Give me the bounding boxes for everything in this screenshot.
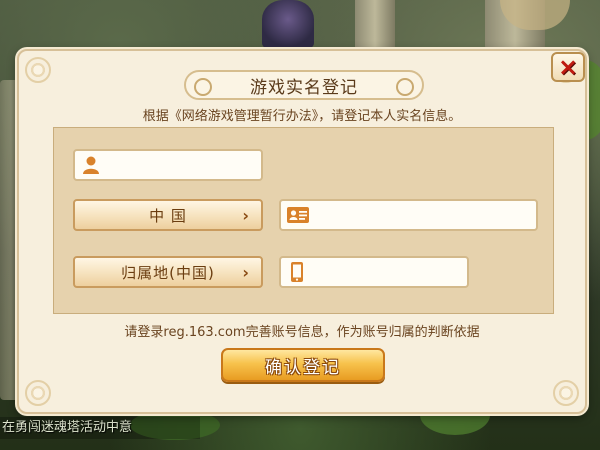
- region-select-button[interactable]: 归属地(中国) ›: [73, 256, 263, 288]
- country-select-button[interactable]: 中 国 ›: [73, 199, 263, 231]
- person-icon: [80, 154, 102, 176]
- activity-ticker: 在勇闯迷魂塔活动中意: [0, 417, 200, 439]
- name-input[interactable]: [106, 151, 280, 179]
- corner-ornament: [553, 380, 579, 406]
- chevron-right-icon: ›: [242, 263, 249, 282]
- confirm-registration-label: 确认登记: [265, 357, 341, 378]
- id-card-icon: [286, 204, 309, 226]
- form-panel: 中 国 › 归属地(中国) ›: [53, 127, 554, 314]
- phone-input[interactable]: [312, 258, 486, 286]
- close-icon: ×: [557, 53, 579, 81]
- registration-note: 请登录reg.163.com完善账号信息，作为账号归属的判断依据: [124, 325, 480, 340]
- dialog-subtitle: 根据《网络游戏管理暂行办法》，请登记本人实名信息。: [142, 109, 462, 124]
- corner-ornament: [25, 380, 51, 406]
- close-button[interactable]: ×: [551, 52, 585, 82]
- chevron-right-icon: ›: [242, 206, 249, 225]
- dialog-title-banner: 游戏实名登记: [184, 70, 424, 100]
- real-name-registration-dialog: 游戏实名登记 根据《网络游戏管理暂行办法》，请登记本人实名信息。 中 国 › 归…: [17, 49, 587, 414]
- background-character: [262, 0, 314, 48]
- phone-icon: [286, 261, 308, 283]
- corner-ornament: [25, 57, 51, 83]
- name-field[interactable]: [73, 149, 280, 181]
- region-select-label: 归属地(中国): [121, 263, 215, 282]
- id-number-input[interactable]: [312, 201, 536, 229]
- country-select-label: 中 国: [149, 206, 187, 225]
- phone-field[interactable]: [279, 256, 486, 288]
- id-number-field[interactable]: [279, 199, 538, 231]
- confirm-registration-button[interactable]: 确认登记: [221, 348, 385, 382]
- dialog-title: 游戏实名登记: [250, 77, 358, 98]
- background-pillar: [355, 0, 395, 55]
